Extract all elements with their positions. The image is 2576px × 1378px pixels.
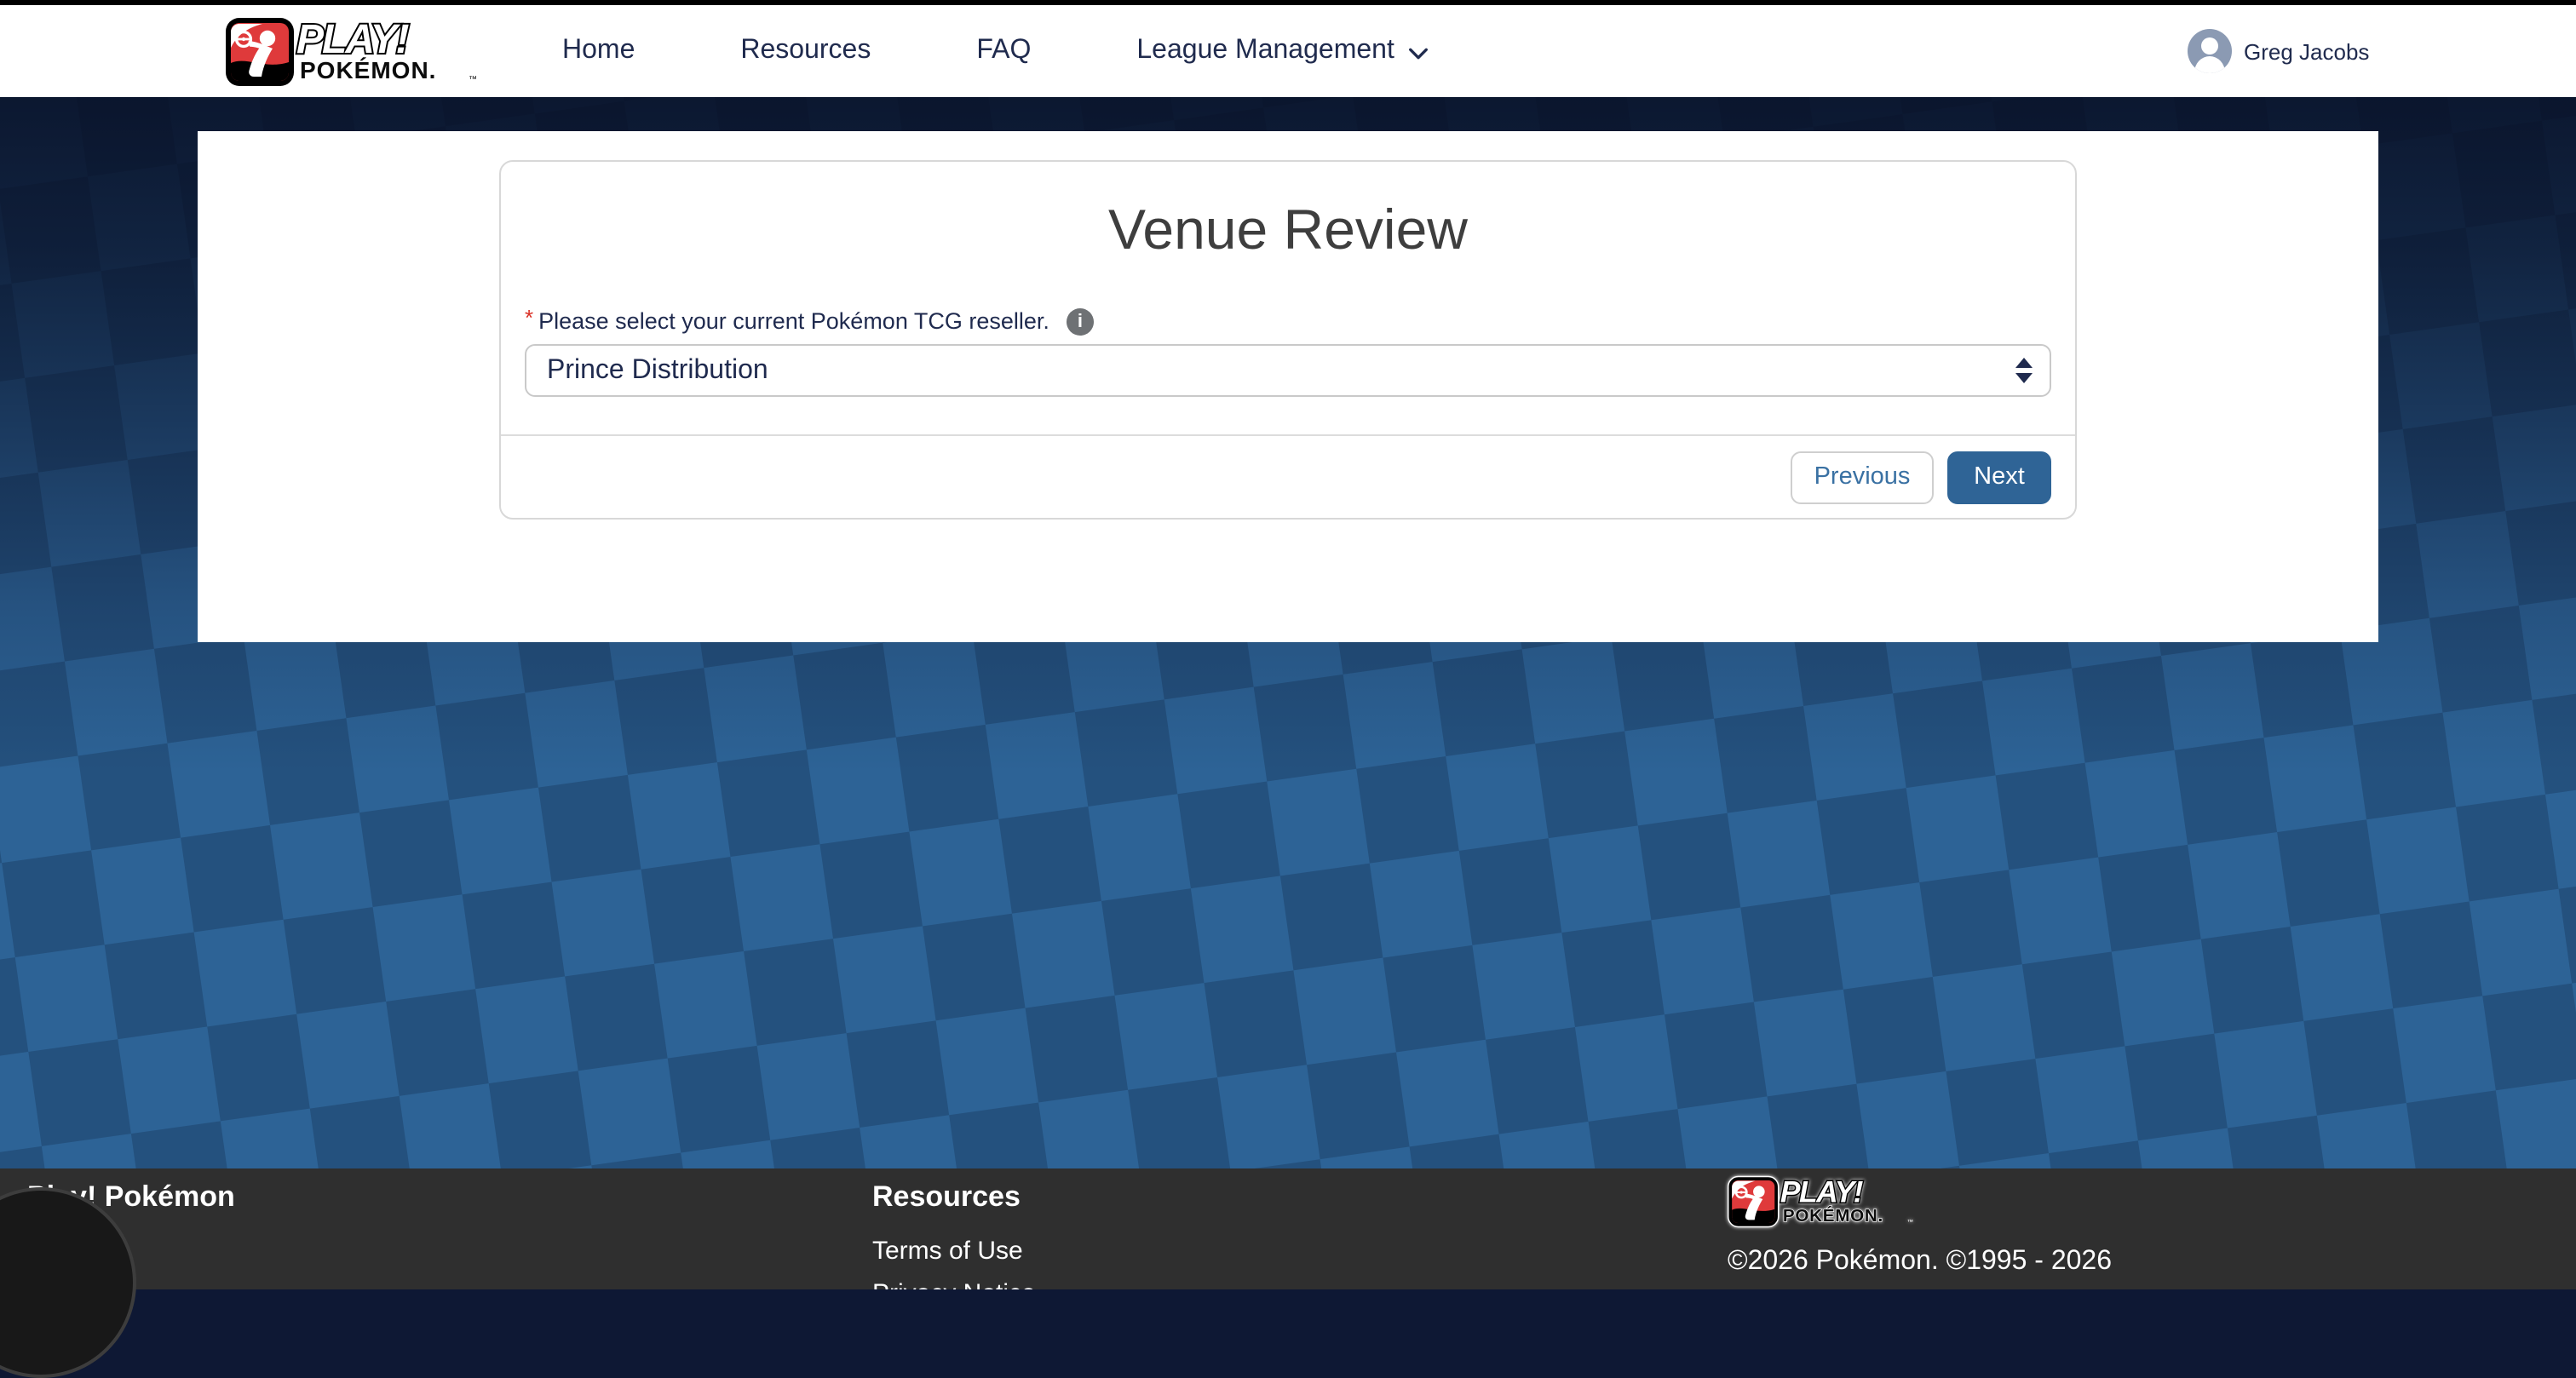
required-asterisk: * — [525, 305, 533, 330]
logo-tm: ™ — [469, 75, 477, 84]
play-pokemon-logo[interactable]: PLAY! POKÉMON. ™ — [225, 17, 484, 87]
reseller-label: Please select your current Pokémon TCG r… — [538, 308, 1049, 334]
nav-item-home[interactable]: Home — [562, 36, 635, 66]
footer: Play! Pokémon Home Settings Resources Te… — [0, 1168, 2576, 1289]
footer-links-resources: Terms of Use Privacy Notice — [872, 1237, 1036, 1289]
logo-pokemon-text: POKÉMON. — [300, 57, 436, 83]
logo-play-text: PLAY! — [296, 17, 409, 62]
footer-logo-pokemon-text: POKÉMON. — [1783, 1206, 1883, 1226]
footer-col-resources: Resources Terms of Use Privacy Notice — [872, 1168, 1036, 1289]
nav-item-resources[interactable]: Resources — [740, 36, 871, 66]
footer-link-privacy-notice[interactable]: Privacy Notice — [872, 1279, 1036, 1289]
reseller-select[interactable]: Prince Distribution — [525, 344, 2051, 397]
footer-copyright: ©2026 Pokémon. ©1995 - 2026 — [1728, 1247, 2112, 1278]
card-footer: Previous Next — [501, 434, 2075, 518]
footer-logo-tm: ™ — [1907, 1218, 1913, 1226]
footer-logo-play-text: PLAY! — [1780, 1176, 1864, 1209]
header-nav: PLAY! POKÉMON. ™ Home Resources FAQ Leag… — [0, 5, 2576, 97]
reseller-select-value: Prince Distribution — [526, 355, 768, 386]
chevron-down-icon — [1408, 42, 1430, 64]
user-name: Greg Jacobs — [2244, 38, 2369, 64]
user-menu[interactable]: Greg Jacobs — [2188, 5, 2576, 97]
main-background: Venue Review * Please select your curren… — [0, 97, 2576, 1168]
footer-play-pokemon-logo: PLAY! POKÉMON. ™ — [1728, 1175, 1918, 1228]
select-stepper-icon — [2015, 346, 2033, 395]
nav-league-management-label: League Management — [1136, 36, 1394, 66]
window-top-strip — [0, 0, 2576, 5]
play-pokemon-logo-graphic: PLAY! POKÉMON. ™ — [225, 17, 484, 87]
content-panel: Venue Review * Please select your curren… — [198, 131, 2378, 642]
nav-item-faq[interactable]: FAQ — [976, 36, 1031, 66]
venue-review-card: Venue Review * Please select your curren… — [499, 160, 2077, 520]
footer-logo-graphic: PLAY! POKÉMON. ™ — [1728, 1175, 1918, 1228]
user-avatar-icon — [2188, 29, 2232, 73]
next-button[interactable]: Next — [1947, 451, 2051, 503]
info-icon[interactable]: i — [1067, 307, 1094, 335]
page-title: Venue Review — [501, 194, 2075, 266]
reseller-label-row: * Please select your current Pokémon TCG… — [525, 307, 2051, 336]
footer-heading-resources: Resources — [872, 1180, 1036, 1214]
footer-link-terms-of-use[interactable]: Terms of Use — [872, 1237, 1036, 1267]
nav-links: Home Resources FAQ League Management — [562, 5, 1430, 97]
previous-button[interactable]: Previous — [1791, 451, 1934, 503]
nav-item-league-management[interactable]: League Management — [1136, 36, 1429, 66]
reseller-field: * Please select your current Pokémon TCG… — [525, 307, 2051, 397]
page: PLAY! POKÉMON. ™ Home Resources FAQ Leag… — [0, 0, 2576, 1289]
